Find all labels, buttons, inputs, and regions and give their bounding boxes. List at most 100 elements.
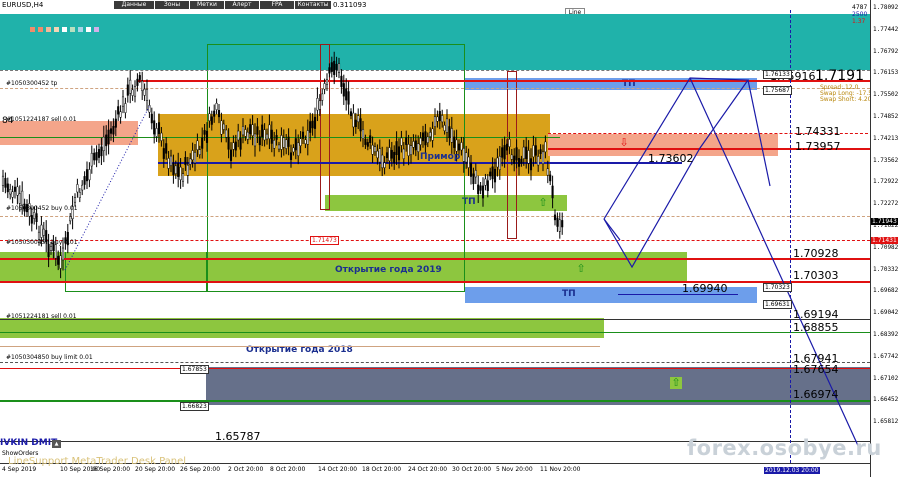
candle-body bbox=[249, 124, 252, 135]
candle-body bbox=[13, 186, 17, 192]
candle-body bbox=[133, 86, 137, 97]
candle-body bbox=[505, 143, 509, 151]
candle-body bbox=[9, 188, 12, 195]
candle-body bbox=[503, 145, 506, 160]
candle-body bbox=[241, 126, 245, 136]
price-box-f: 1.67853 bbox=[180, 365, 209, 374]
level-label-8: 1.69940 bbox=[682, 282, 728, 295]
swap-short-info: Swap Short: 4.20 bbox=[820, 96, 872, 103]
candle-body bbox=[421, 132, 425, 142]
candle-body bbox=[510, 154, 513, 160]
candle-body bbox=[222, 123, 225, 130]
candle-body bbox=[289, 152, 293, 160]
time-tick-label: 18 Oct 20:00 bbox=[362, 466, 402, 473]
candle-body bbox=[42, 228, 45, 236]
candle-body bbox=[59, 255, 62, 269]
candle-body bbox=[54, 244, 57, 259]
price-tick-label: 1.70332 bbox=[873, 265, 899, 273]
candle-body bbox=[546, 168, 549, 176]
candle-body bbox=[445, 118, 449, 133]
candle-body bbox=[544, 141, 547, 153]
chart-window[interactable]: EURUSD,H4 Данные Зоны Метки Алерт FPA Ко… bbox=[0, 0, 900, 477]
candle-body bbox=[407, 144, 410, 156]
price-tick-label: 1.75502 bbox=[873, 91, 899, 99]
candle-body bbox=[109, 128, 113, 134]
price-box-c: 1.71473 bbox=[310, 236, 339, 245]
candle-body bbox=[196, 140, 199, 150]
order-label-3: #1050300452 buy 0.01 bbox=[6, 205, 78, 212]
candle-body bbox=[16, 186, 19, 196]
price-axis[interactable]: 1.78092 1.77442 1.76792 1.76153 1.75502 1.748… bbox=[870, 0, 900, 477]
price-tick-label: 1.74213 bbox=[873, 134, 899, 142]
candle-body bbox=[383, 162, 386, 168]
candle-body bbox=[558, 219, 561, 232]
candle-body bbox=[268, 124, 271, 139]
candle-body bbox=[400, 137, 403, 146]
candle-body bbox=[160, 132, 163, 141]
candle-body bbox=[270, 129, 273, 144]
candle-body bbox=[318, 100, 321, 110]
candle-body bbox=[352, 112, 355, 128]
candle-body bbox=[453, 136, 456, 148]
candle-body bbox=[313, 116, 317, 129]
level-label-3: 1.74331 bbox=[795, 125, 841, 138]
candle-body bbox=[21, 190, 24, 206]
candle-body bbox=[11, 191, 14, 198]
candle-body bbox=[311, 120, 314, 129]
candle-body bbox=[244, 129, 247, 137]
candle-body bbox=[169, 155, 173, 166]
candle-body bbox=[273, 140, 276, 149]
candle-body bbox=[100, 146, 103, 157]
candle-body bbox=[129, 79, 132, 94]
candle-body bbox=[457, 143, 461, 151]
candle-body bbox=[237, 130, 240, 141]
candle-body bbox=[251, 124, 254, 136]
candle-body bbox=[337, 63, 341, 73]
candle-body bbox=[321, 93, 324, 101]
candle-body bbox=[515, 147, 518, 161]
candle-body bbox=[376, 150, 379, 159]
candle-body bbox=[30, 215, 33, 224]
candle-body bbox=[441, 115, 444, 123]
candle-body bbox=[349, 111, 353, 116]
trader-badge[interactable]: ▲ bbox=[52, 440, 61, 448]
candle-body bbox=[493, 168, 497, 183]
primor-label: Примор bbox=[420, 152, 461, 162]
candle-body bbox=[316, 98, 319, 111]
candle-body bbox=[474, 170, 477, 178]
candle-body bbox=[491, 166, 494, 180]
projection-zigzag bbox=[603, 77, 750, 269]
candle-body bbox=[157, 122, 161, 135]
candle-body bbox=[532, 145, 535, 158]
candle-body bbox=[136, 78, 139, 86]
candle-body bbox=[553, 214, 557, 221]
price-tick-label: 1.76153 bbox=[873, 69, 899, 77]
candle-body bbox=[513, 155, 516, 164]
level-label-5: 1.73602 bbox=[648, 152, 694, 165]
time-tick-label: 8 Oct 20:00 bbox=[270, 466, 306, 473]
time-tick-label: 30 Oct 20:00 bbox=[452, 466, 492, 473]
candle-body bbox=[253, 133, 257, 147]
candle-body bbox=[155, 128, 158, 137]
candle-body bbox=[429, 132, 432, 137]
trader-name: IVKIN DMIT bbox=[0, 438, 58, 448]
order-label-6: #1050304850 buy limit 0.01 bbox=[6, 354, 93, 361]
candle-body bbox=[551, 185, 554, 199]
candle-body bbox=[117, 106, 120, 115]
candle-body bbox=[256, 126, 259, 135]
order-label-1: #1050300452 tp bbox=[6, 80, 58, 87]
candle-body bbox=[280, 135, 283, 150]
candle-body bbox=[373, 146, 377, 153]
candle-body bbox=[498, 156, 501, 170]
order-label-4: #1050300452 buy 0.01 bbox=[6, 239, 78, 246]
time-tick-label: 26 Sep 20:00 bbox=[180, 466, 221, 473]
candle-body bbox=[35, 213, 38, 222]
candle-body bbox=[517, 157, 521, 167]
candle-body bbox=[174, 165, 177, 174]
candle-body bbox=[301, 131, 305, 139]
candle-body bbox=[335, 63, 338, 70]
candle-body bbox=[69, 216, 72, 222]
candles bbox=[1, 51, 564, 279]
order-label-5: #1051224181 sell 0.01 bbox=[6, 313, 77, 320]
candle-body bbox=[409, 145, 413, 155]
